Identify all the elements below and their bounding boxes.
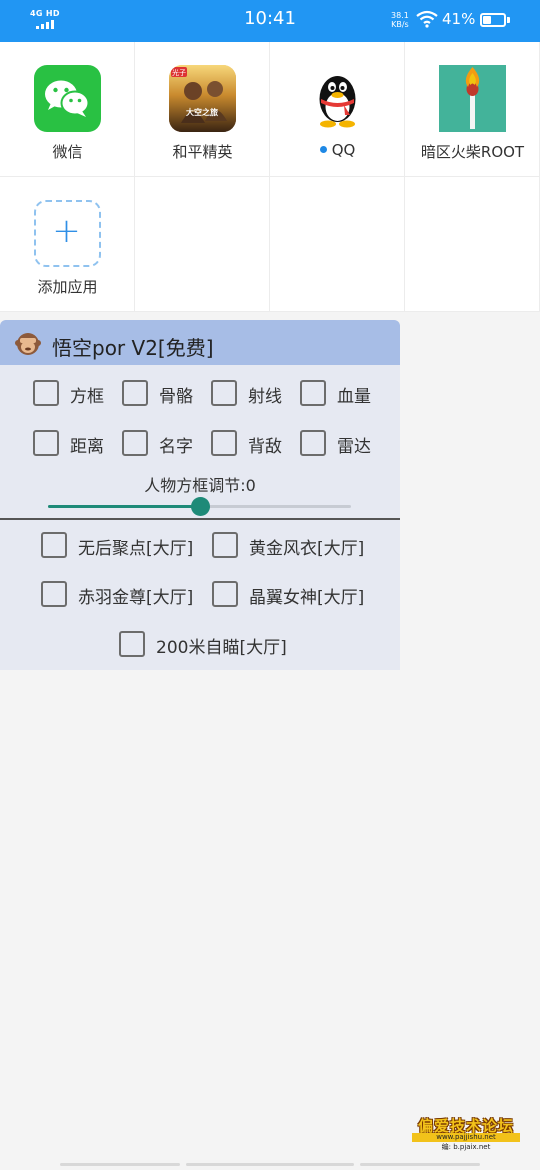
app-match-root[interactable]: 暗区火柴ROOT xyxy=(405,42,540,177)
checkbox-no-recoil[interactable]: 无后聚点[大厅] xyxy=(41,530,206,560)
checkbox-golden-coat[interactable]: 黄金风衣[大厅] xyxy=(212,530,377,560)
checkbox-label: 无后聚点[大厅] xyxy=(78,539,194,559)
checkbox-square xyxy=(211,380,237,406)
checkbox-skeleton[interactable]: 骨骼 xyxy=(122,378,202,408)
app-label-qq: QQ xyxy=(270,141,405,159)
slider-label: 人物方框调节:0 xyxy=(144,476,256,495)
nav-handle-center[interactable] xyxy=(186,1163,354,1166)
slider-thumb[interactable] xyxy=(191,497,210,516)
checkbox-ray[interactable]: 射线 xyxy=(211,378,291,408)
checkbox-square xyxy=(41,581,67,607)
mod-menu-panel: 悟空por V2[免费] 方框 骨骼 射线 血量 距离 名字 背敌 雷达 人物方… xyxy=(0,320,400,670)
battery-percentage: 41% xyxy=(442,10,476,28)
app-wechat[interactable]: 微信 xyxy=(0,42,135,177)
checkbox-label: 背敌 xyxy=(248,437,282,457)
app-label: 微信 xyxy=(52,143,83,161)
app-peace-elite[interactable]: 光子 大空之旅 和平精英 xyxy=(135,42,270,177)
wifi-icon xyxy=(416,10,438,28)
checkbox-label: 200米自瞄[大厅] xyxy=(156,638,287,658)
checkbox-name[interactable]: 名字 xyxy=(122,428,202,458)
panel-header[interactable]: 悟空por V2[免费] xyxy=(0,320,400,365)
empty-cell xyxy=(135,177,270,312)
checkbox-label: 晶翼女神[大厅] xyxy=(249,588,365,608)
divider xyxy=(0,518,400,520)
pubg-icon-caption: 大空之旅 xyxy=(186,107,218,117)
pubg-icon-badge: 光子 xyxy=(172,68,186,77)
new-install-dot xyxy=(319,146,327,153)
watermark-url-alt: 编: b.pjaix.net xyxy=(441,1143,491,1151)
status-bar: 4G HD 10:41 38.1 KB/s 41% xyxy=(0,0,540,42)
monkey-icon xyxy=(15,333,41,355)
checkbox-square xyxy=(122,380,148,406)
nav-handle-right xyxy=(360,1163,480,1166)
checkbox-crystal-goddess[interactable]: 晶翼女神[大厅] xyxy=(212,579,377,609)
pubg-icon: 光子 大空之旅 xyxy=(169,65,236,132)
match-icon xyxy=(439,65,506,132)
app-label: 和平精英 xyxy=(172,143,233,161)
wechat-icon xyxy=(34,65,101,132)
watermark-url: www.pajjishu.net xyxy=(412,1133,520,1142)
app-label: 暗区火柴ROOT xyxy=(420,143,525,161)
checkbox-health[interactable]: 血量 xyxy=(300,378,380,408)
network-speed-unit: KB/s xyxy=(391,20,409,29)
checkbox-label: 血量 xyxy=(337,387,371,407)
app-label: 添加应用 xyxy=(37,278,98,296)
network-speed: 38.1 KB/s xyxy=(391,11,409,29)
app-qq[interactable]: QQ xyxy=(270,42,405,177)
checkbox-square xyxy=(119,631,145,657)
checkbox-square xyxy=(211,430,237,456)
checkbox-square xyxy=(300,380,326,406)
nav-handle-left xyxy=(60,1163,180,1166)
slider-track-fill xyxy=(48,505,200,508)
checkbox-square xyxy=(41,532,67,558)
battery-level-fill xyxy=(483,16,491,24)
battery-icon xyxy=(480,13,506,27)
checkbox-distance[interactable]: 距离 xyxy=(33,428,113,458)
checkbox-square xyxy=(212,532,238,558)
box-size-slider[interactable] xyxy=(48,496,351,516)
checkbox-square xyxy=(33,380,59,406)
checkbox-label: 骨骼 xyxy=(159,387,193,407)
checkbox-label: 雷达 xyxy=(337,437,371,457)
checkbox-square xyxy=(300,430,326,456)
forum-watermark: 偏爱技术论坛 www.pajjishu.net 编: b.pjaix.net xyxy=(412,1115,520,1155)
checkbox-label: 赤羽金尊[大厅] xyxy=(78,588,194,608)
checkbox-label: 方框 xyxy=(70,387,104,407)
empty-cell xyxy=(270,177,405,312)
checkbox-label: 名字 xyxy=(159,437,193,457)
checkbox-square xyxy=(212,581,238,607)
checkbox-behind-enemy[interactable]: 背敌 xyxy=(211,428,291,458)
plus-icon: + xyxy=(52,211,81,251)
checkbox-box-esp[interactable]: 方框 xyxy=(33,378,113,408)
checkbox-radar[interactable]: 雷达 xyxy=(300,428,380,458)
add-icon: + xyxy=(34,200,101,267)
checkbox-label: 距离 xyxy=(70,437,104,457)
qq-penguin-icon xyxy=(304,65,371,132)
app-grid: 微信 光子 大空之旅 和平精英 QQ 暗区火柴ROOT + 添加应用 xyxy=(0,42,540,312)
checkbox-square xyxy=(122,430,148,456)
app-add[interactable]: + 添加应用 xyxy=(0,177,135,312)
panel-title: 悟空por V2[免费] xyxy=(52,336,214,360)
empty-cell xyxy=(405,177,540,312)
checkbox-label: 射线 xyxy=(248,387,282,407)
checkbox-red-feather[interactable]: 赤羽金尊[大厅] xyxy=(41,579,206,609)
battery-tip xyxy=(507,17,510,23)
checkbox-square xyxy=(33,430,59,456)
checkbox-label: 黄金风衣[大厅] xyxy=(249,539,365,559)
checkbox-aimbot-200m[interactable]: 200米自瞄[大厅] xyxy=(119,629,299,659)
app-label: QQ xyxy=(331,141,356,159)
network-speed-value: 38.1 xyxy=(391,11,409,20)
